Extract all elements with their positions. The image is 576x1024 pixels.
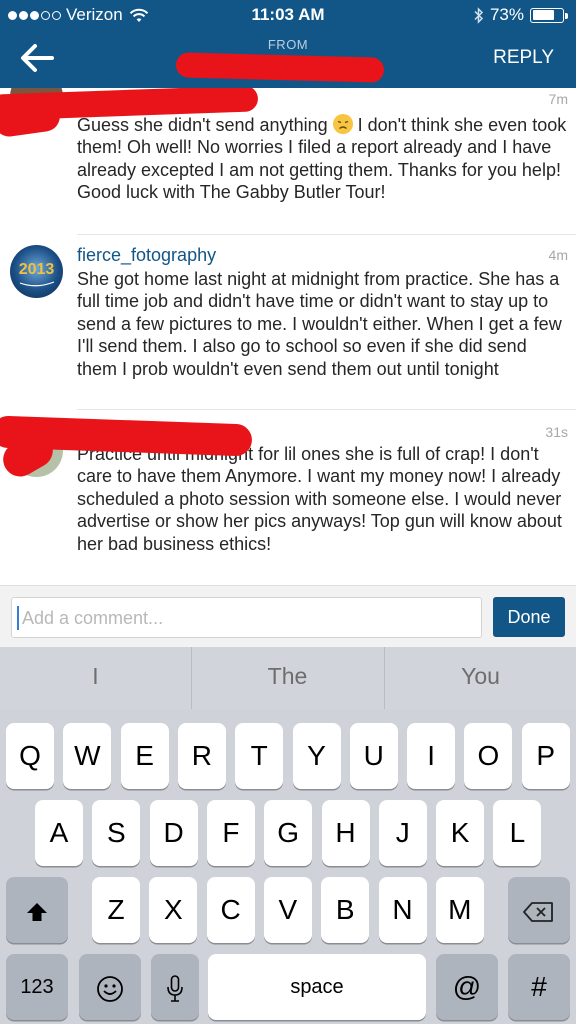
avatar[interactable]: 2013 (10, 245, 63, 298)
keyboard: I The You QWERTYUIOPASDFGHJKLZXCVBNM 123… (0, 647, 576, 1024)
delete-icon (523, 901, 553, 922)
key-l[interactable]: L (493, 800, 542, 866)
key-n[interactable]: N (378, 877, 427, 943)
disappointed-face-emoji (332, 114, 353, 134)
comment-text: Practice until midnight for lil ones she… (77, 444, 562, 554)
comment-item: 2013 fierce_fotography 4m She got home l… (0, 235, 576, 410)
comment-item: 7m Guess she didn't send anything I don'… (0, 88, 576, 235)
redaction-mark (0, 99, 62, 139)
key-g[interactable]: G (264, 800, 313, 866)
key-v[interactable]: V (263, 877, 312, 943)
avatar-year-text: 2013 (19, 261, 55, 278)
key-q[interactable]: Q (6, 723, 54, 789)
shift-key[interactable] (6, 877, 68, 943)
key-t[interactable]: T (235, 723, 284, 789)
key-s[interactable]: S (92, 800, 141, 866)
key-p[interactable]: P (521, 723, 570, 789)
key-w[interactable]: W (63, 723, 112, 789)
suggestion-3[interactable]: You (385, 647, 576, 709)
comment-text-part: Guess she didn't send anything (77, 115, 328, 135)
from-label: FROM (267, 37, 309, 52)
space-key[interactable]: space (208, 954, 426, 1020)
comment-thread: 7m Guess she didn't send anything I don'… (0, 88, 576, 585)
key-e[interactable]: E (120, 723, 169, 789)
comment-item: 31s Practice until midnight for lil ones… (0, 410, 576, 585)
numbers-key[interactable]: 123 (6, 954, 68, 1020)
hash-key[interactable]: # (508, 954, 570, 1020)
battery-percent: 73% (489, 5, 524, 24)
suggestion-2[interactable]: The (192, 647, 383, 709)
key-z[interactable]: Z (92, 877, 140, 943)
key-u[interactable]: U (349, 723, 398, 789)
key-c[interactable]: C (206, 877, 255, 943)
key-a[interactable]: A (35, 800, 83, 866)
top-bar: Verizon 11:03 AM 73% FROM REPLY (0, 0, 576, 88)
key-k[interactable]: K (436, 800, 485, 866)
comment-input-bar: Add a comment... Done (0, 585, 576, 647)
comment-input-placeholder: Add a comment... (22, 608, 164, 628)
delete-key[interactable] (508, 877, 570, 943)
comment-text: She got home last night at midnight from… (77, 269, 562, 379)
reply-button[interactable]: REPLY (493, 47, 554, 69)
key-m[interactable]: M (435, 877, 484, 943)
key-y[interactable]: Y (292, 723, 341, 789)
key-b[interactable]: B (321, 877, 370, 943)
key-f[interactable]: F (206, 800, 255, 866)
microphone-icon (167, 974, 183, 1002)
done-button[interactable]: Done (493, 597, 565, 637)
key-h[interactable]: H (321, 800, 370, 866)
key-x[interactable]: X (149, 877, 198, 943)
bluetooth-icon (474, 6, 484, 24)
at-key[interactable]: @ (436, 954, 498, 1020)
key-d[interactable]: D (149, 800, 198, 866)
comment-time: 4m (548, 247, 568, 263)
status-bar: Verizon 11:03 AM 73% (0, 0, 576, 30)
comment-username[interactable]: fierce_fotography (77, 245, 216, 266)
redaction-mark (175, 52, 385, 83)
comment-time: 31s (545, 424, 568, 440)
predictive-bar: I The You (0, 647, 576, 709)
text-cursor (17, 606, 19, 630)
shift-icon (27, 902, 47, 921)
battery-icon (530, 7, 568, 23)
key-i[interactable]: I (407, 723, 456, 789)
key-o[interactable]: O (464, 723, 513, 789)
key-r[interactable]: R (177, 723, 226, 789)
comment-time: 7m (548, 91, 568, 107)
suggestion-1[interactable]: I (0, 647, 191, 709)
key-j[interactable]: J (378, 800, 427, 866)
emoji-icon (97, 975, 123, 1002)
comment-text: Guess she didn't send anything I don't t… (77, 114, 567, 204)
emoji-key[interactable] (79, 954, 141, 1020)
comment-input[interactable]: Add a comment... (11, 597, 482, 638)
dictation-key[interactable] (151, 954, 199, 1020)
